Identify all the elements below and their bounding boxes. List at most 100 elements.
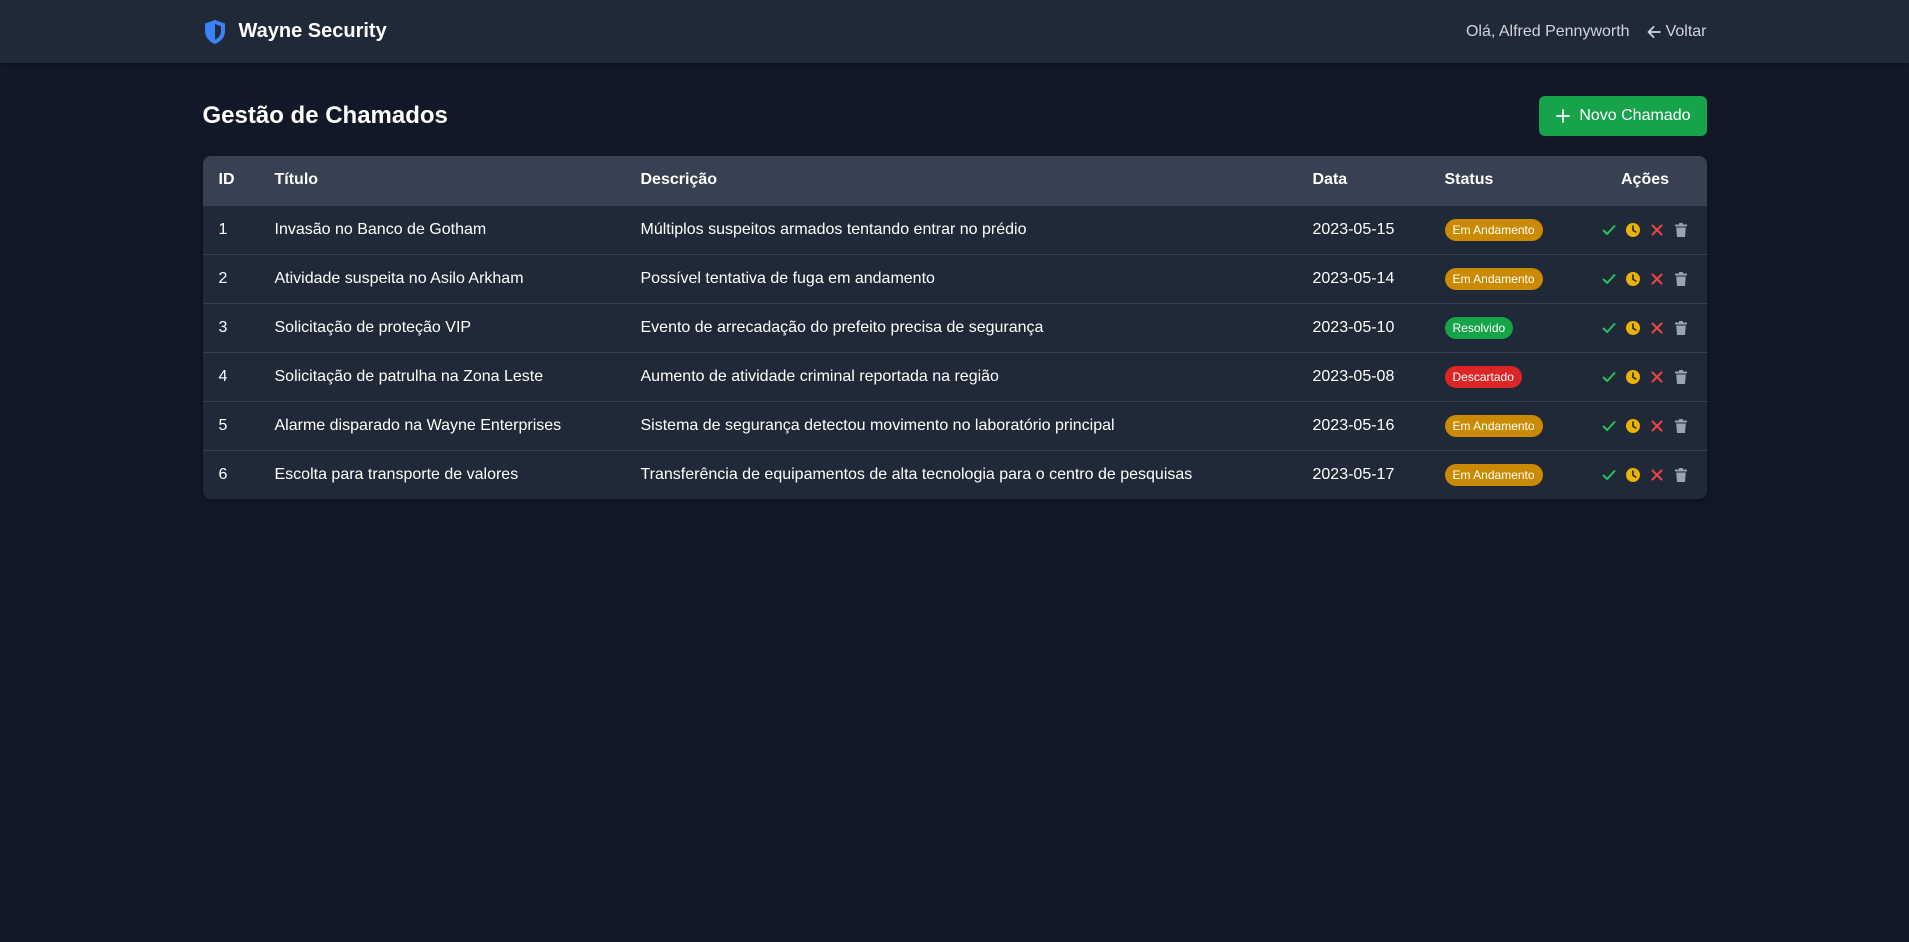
trash-icon[interactable] [1672,368,1690,386]
cell-status: Resolvido [1429,303,1584,352]
check-icon[interactable] [1600,270,1618,288]
trash-icon[interactable] [1672,270,1690,288]
cell-actions [1584,450,1707,499]
brand-name: Wayne Security [238,20,387,42]
cell-id: 3 [218,318,228,336]
cell-date: 2023-05-14 [1312,269,1395,287]
close-icon[interactable] [1648,319,1666,337]
check-icon[interactable] [1600,417,1618,435]
tickets-table: ID Título Descrição Data Status Ações 1 I… [202,156,1707,499]
status-badge: Em Andamento [1444,414,1543,437]
trash-icon[interactable] [1672,417,1690,435]
cell-status: Em Andamento [1429,205,1584,254]
clock-icon[interactable] [1624,270,1642,288]
new-ticket-button[interactable]: Novo Chamado [1539,96,1707,136]
cell-id: 5 [218,416,228,434]
close-icon[interactable] [1648,417,1666,435]
table-row: 5 Alarme disparado na Wayne Enterprises Si… [202,401,1707,450]
cell-date: 2023-05-10 [1312,318,1395,336]
nav-right: Olá, Alfred Pennyworth Voltar [1466,23,1707,41]
cell-title: Solicitação de proteção VIP [274,318,472,336]
page-header: Gestão de Chamados Novo Chamado [203,96,1707,136]
cell-description: Múltiplos suspeitos armados tentando ent… [640,220,1027,238]
cell-title: Invasão no Banco de Gotham [274,220,487,238]
clock-icon[interactable] [1624,221,1642,239]
table-row: 1 Invasão no Banco de Gotham Múltiplos sus… [202,205,1707,254]
new-ticket-button-label: Novo Chamado [1579,107,1691,124]
row-actions [1600,221,1691,239]
brand[interactable]: Wayne Security [203,19,387,45]
cell-title: Solicitação de patrulha na Zona Leste [274,367,544,385]
clock-icon[interactable] [1624,417,1642,435]
cell-date: 2023-05-15 [1312,220,1395,238]
close-icon[interactable] [1648,270,1666,288]
cell-id: 2 [218,269,228,287]
row-actions [1600,270,1691,288]
table-header: ID Título Descrição Data Status Ações [202,156,1707,205]
table-row: 6 Escolta para transporte de valores Trans… [202,450,1707,499]
cell-actions [1584,352,1707,401]
shield-icon [203,19,227,45]
cell-id: 6 [218,465,228,483]
check-icon[interactable] [1600,319,1618,337]
trash-icon[interactable] [1672,466,1690,484]
cell-status: Em Andamento [1429,450,1584,499]
cell-date: 2023-05-17 [1312,465,1395,483]
status-badge: Em Andamento [1444,218,1543,241]
trash-icon[interactable] [1672,319,1690,337]
page-title: Gestão de Chamados [202,102,448,129]
table-row: 3 Solicitação de proteção VIP Evento de ar… [202,303,1707,352]
check-icon[interactable] [1600,221,1618,239]
cell-actions [1584,205,1707,254]
cell-actions [1584,254,1707,303]
status-badge: Resolvido [1444,316,1514,339]
cell-date: 2023-05-08 [1312,367,1395,385]
close-icon[interactable] [1648,221,1666,239]
cell-id: 4 [218,367,228,385]
column-header-id: ID [218,171,235,189]
column-header-actions: Ações [1620,171,1670,189]
cell-title: Alarme disparado na Wayne Enterprises [274,416,562,434]
back-link-label: Voltar [1665,22,1707,40]
status-badge: Em Andamento [1444,463,1543,486]
column-header-date: Data [1312,171,1348,189]
cell-status: Em Andamento [1429,401,1584,450]
cell-description: Sistema de segurança detectou movimento … [640,416,1115,434]
arrow-left-icon [1646,24,1662,40]
cell-description: Evento de arrecadação do prefeito precis… [640,318,1044,336]
clock-icon[interactable] [1624,319,1642,337]
cell-title: Escolta para transporte de valores [274,465,519,483]
row-actions [1600,466,1691,484]
cell-actions [1584,303,1707,352]
back-link[interactable]: Voltar [1646,23,1707,41]
row-actions [1600,368,1691,386]
clock-icon[interactable] [1624,368,1642,386]
cell-date: 2023-05-16 [1312,416,1395,434]
navbar-inner: Wayne Security Olá, Alfred Pennyworth Vo… [203,0,1707,63]
trash-icon[interactable] [1672,221,1690,239]
check-icon[interactable] [1600,368,1618,386]
cell-status: Descartado [1429,352,1584,401]
column-header-status: Status [1444,171,1494,189]
cell-actions [1584,401,1707,450]
close-icon[interactable] [1648,466,1666,484]
cell-status: Em Andamento [1429,254,1584,303]
tickets-table-card: ID Título Descrição Data Status Ações 1 I… [202,156,1707,499]
check-icon[interactable] [1600,466,1618,484]
user-greeting: Olá, Alfred Pennyworth [1465,22,1630,40]
column-header-title: Título [274,171,319,189]
table-body: 1 Invasão no Banco de Gotham Múltiplos sus… [202,205,1707,499]
cell-description: Transferência de equipamentos de alta te… [640,465,1193,483]
column-header-description: Descrição [640,171,718,189]
clock-icon[interactable] [1624,466,1642,484]
main-content: Gestão de Chamados Novo Chamado ID Títul… [202,96,1707,499]
cell-description: Aumento de atividade criminal reportada … [640,367,999,385]
table-header-row: ID Título Descrição Data Status Ações [202,156,1707,205]
row-actions [1600,417,1691,435]
table-row: 4 Solicitação de patrulha na Zona Leste Au… [202,352,1707,401]
navbar: Wayne Security Olá, Alfred Pennyworth Vo… [0,0,1909,63]
close-icon[interactable] [1648,368,1666,386]
status-badge: Descartado [1444,365,1522,388]
status-badge: Em Andamento [1444,267,1543,290]
table-row: 2 Atividade suspeita no Asilo Arkham Possí… [202,254,1707,303]
